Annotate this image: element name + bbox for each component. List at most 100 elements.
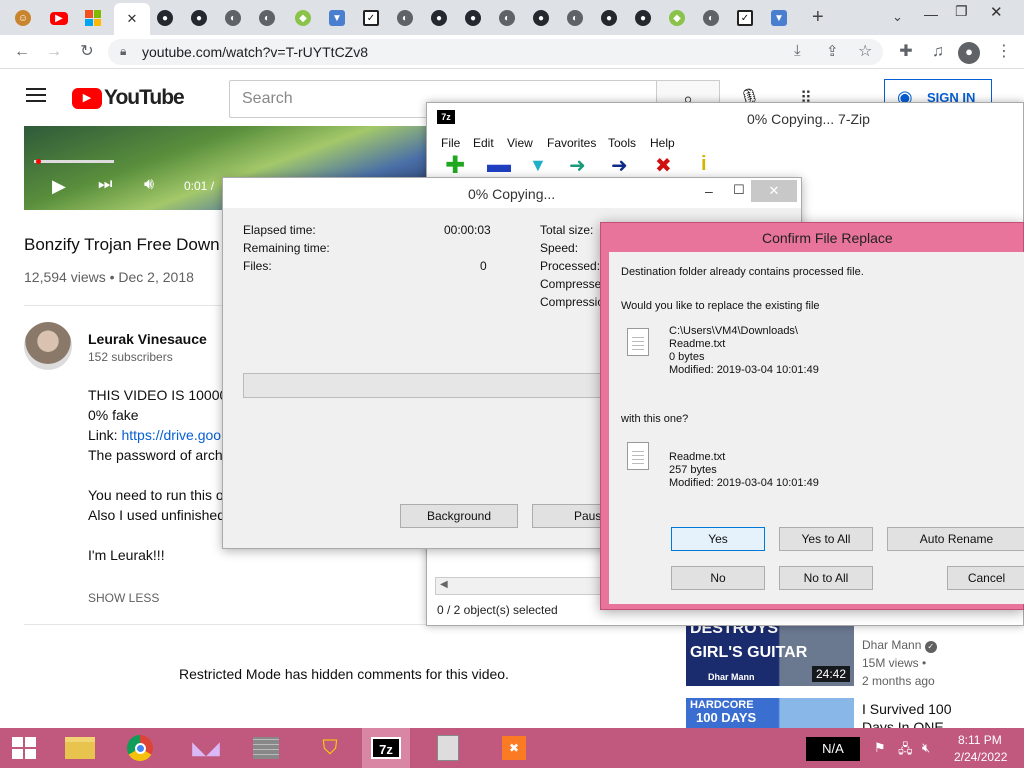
no-button[interactable]: No	[671, 566, 765, 590]
tab-close-icon[interactable]: ✕	[127, 11, 138, 27]
taskbar-app-wave[interactable]: ◣◢	[182, 728, 230, 768]
background-button[interactable]: Background	[400, 504, 518, 528]
minimize-icon[interactable]: –	[705, 183, 713, 199]
yes-to-all-button[interactable]: Yes to All	[779, 527, 873, 551]
tab-globe-6[interactable]: ◐	[698, 5, 724, 31]
add-icon[interactable]: ✚	[445, 154, 465, 178]
profile-avatar-icon[interactable]: ●	[958, 42, 980, 64]
reload-icon[interactable]: ↻	[77, 42, 97, 62]
language-indicator[interactable]: N/A	[806, 737, 860, 761]
title-bar[interactable]: 7z 0% Copying... 7-Zip	[427, 103, 1023, 133]
install-icon[interactable]: ⤓	[794, 42, 801, 59]
address-bar[interactable]: 🔒︎ youtube.com/watch?v=T-rUYTtCZv8 ⤓ ⇪ ☆	[108, 39, 883, 65]
close-icon[interactable]: ✕	[751, 180, 797, 202]
video-progress-bar[interactable]	[34, 160, 114, 163]
minimize-icon[interactable]: —	[924, 6, 938, 22]
existing-path: C:\Users\VM4\Downloads\	[669, 325, 798, 337]
tab-active[interactable]: ✕	[114, 3, 150, 35]
taskbar-file-explorer[interactable]	[56, 728, 104, 768]
recommendation-title[interactable]: I Survived 100	[862, 701, 952, 717]
clock-time[interactable]: 8:11 PM	[958, 733, 1002, 747]
tab-check-2[interactable]: ✓	[732, 5, 758, 31]
no-to-all-button[interactable]: No to All	[779, 566, 873, 590]
cancel-button[interactable]: Cancel	[947, 566, 1024, 590]
volume-muted-icon[interactable]: 🔇︎	[922, 740, 930, 756]
delete-icon[interactable]: ✖	[655, 153, 672, 178]
tab-globe-5[interactable]: ◐	[562, 5, 588, 31]
tab-github-6[interactable]: ●	[596, 5, 622, 31]
move-icon[interactable]: ➜	[611, 153, 628, 178]
taskbar-xampp[interactable]: ✖	[490, 728, 538, 768]
bookmark-star-icon[interactable]: ☆	[858, 41, 872, 61]
forward-icon[interactable]: →	[44, 42, 64, 62]
taskbar-installer[interactable]	[424, 728, 472, 768]
progress-scrubber[interactable]	[36, 159, 41, 164]
menu-help[interactable]: Help	[650, 136, 675, 150]
drive-link[interactable]: https://drive.goo	[121, 427, 221, 443]
brick-wall-icon	[253, 737, 279, 759]
tab-github-5[interactable]: ●	[528, 5, 554, 31]
close-window-icon[interactable]: ✕	[990, 3, 1003, 21]
tab-globe-4[interactable]: ◐	[494, 5, 520, 31]
hamburger-menu-icon[interactable]	[26, 88, 46, 90]
play-icon[interactable]: ▶	[52, 176, 66, 197]
taskbar-firewall[interactable]	[242, 728, 290, 768]
window-title: 0% Copying... 7-Zip	[747, 111, 870, 127]
auto-rename-button[interactable]: Auto Rename	[887, 527, 1024, 551]
extensions-icon[interactable]: ✚	[896, 42, 916, 62]
url-text[interactable]: youtube.com/watch?v=T-rUYTtCZv8	[142, 44, 368, 60]
info-icon[interactable]: i	[701, 153, 707, 176]
maximize-icon[interactable]: ☐	[733, 182, 745, 198]
tab-bonzi[interactable]: ☺	[10, 5, 36, 31]
menu-view[interactable]: View	[507, 136, 533, 150]
network-icon[interactable]: 🖧︎	[898, 740, 913, 762]
tab-globe-1[interactable]: ◐	[220, 5, 246, 31]
tab-android-2[interactable]: ◆	[664, 5, 690, 31]
menu-favorites[interactable]: Favorites	[547, 136, 596, 150]
start-button[interactable]	[0, 728, 48, 768]
chrome-menu-icon[interactable]: ⋮	[994, 42, 1014, 62]
scroll-left-icon[interactable]: ◀	[440, 579, 448, 590]
tab-android[interactable]: ◆	[290, 5, 316, 31]
tab-github-3[interactable]: ●	[426, 5, 452, 31]
menu-tools[interactable]: Tools	[608, 136, 636, 150]
clock-date[interactable]: 2/24/2022	[954, 750, 1007, 764]
action-center-flag-icon[interactable]: ⚑	[874, 740, 886, 756]
show-less-button[interactable]: SHOW LESS	[88, 591, 159, 605]
recommendation-thumbnail[interactable]: DESTROYS GIRL'S GUITAR Dhar Mann 24:42	[686, 620, 854, 686]
recommendation-thumbnail[interactable]: HARDCORE 100 DAYS	[686, 698, 854, 728]
volume-icon[interactable]: 🔊︎	[144, 176, 154, 194]
tab-globe-2[interactable]: ◐	[254, 5, 280, 31]
tab-github-2[interactable]: ●	[186, 5, 212, 31]
tab-check[interactable]: ✓	[358, 5, 384, 31]
tab-github-4[interactable]: ●	[460, 5, 486, 31]
media-control-icon[interactable]: ♫	[928, 42, 948, 62]
title-bar[interactable]: 0% Copying... – ☐ ✕	[223, 178, 801, 208]
tab-shield-2[interactable]: ▼	[766, 5, 792, 31]
share-icon[interactable]: ⇪	[826, 42, 839, 60]
recommendation-channel[interactable]: Dhar Mann ✓	[862, 638, 937, 653]
menu-edit[interactable]: Edit	[473, 136, 494, 150]
back-icon[interactable]: ←	[12, 42, 32, 62]
copy-icon[interactable]: ➜	[569, 153, 586, 178]
tab-globe-3[interactable]: ◐	[392, 5, 418, 31]
test-icon[interactable]: ▼	[529, 155, 547, 176]
tab-search-icon[interactable]: ⌄	[892, 9, 903, 25]
restore-icon[interactable]: ❐	[955, 3, 968, 20]
tab-github-7[interactable]: ●	[630, 5, 656, 31]
channel-name[interactable]: Leurak Vinesauce	[88, 331, 207, 347]
next-icon[interactable]: ⏭︎	[98, 176, 112, 194]
new-tab-button[interactable]: +	[812, 6, 824, 29]
yes-button[interactable]: Yes	[671, 527, 765, 551]
youtube-logo-icon[interactable]: ▶	[72, 88, 102, 109]
taskbar-chrome[interactable]	[116, 728, 164, 768]
taskbar-security[interactable]: ⛉	[306, 728, 354, 768]
extract-icon[interactable]: ▬	[487, 153, 511, 177]
tab-youtube[interactable]: ▶	[46, 5, 72, 31]
menu-file[interactable]: File	[441, 136, 460, 150]
channel-avatar[interactable]	[24, 322, 72, 370]
tab-microsoft[interactable]	[80, 5, 106, 31]
tab-github-1[interactable]: ●	[152, 5, 178, 31]
taskbar-7zip[interactable]: 7z	[362, 728, 410, 768]
tab-shield[interactable]: ▼	[324, 5, 350, 31]
